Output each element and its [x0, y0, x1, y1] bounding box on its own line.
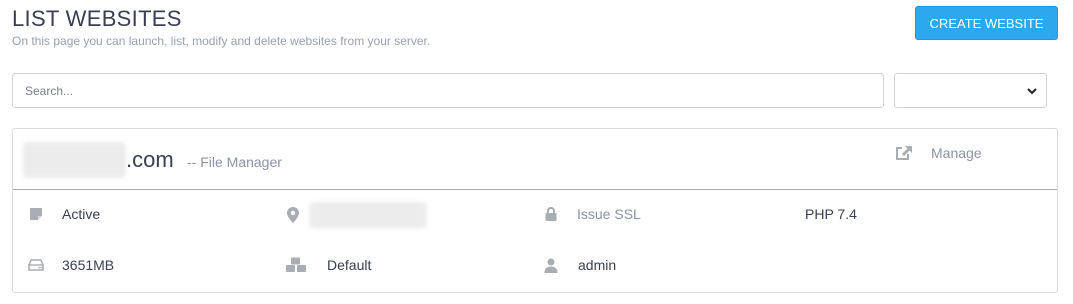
- package-item: Default: [285, 257, 371, 273]
- page-title: LIST WEBSITES: [12, 6, 182, 31]
- create-website-button[interactable]: CREATE WEBSITE: [915, 6, 1058, 40]
- cubes-icon: [285, 257, 307, 273]
- page-subtitle: On this page you can launch, list, modif…: [12, 34, 431, 48]
- manage-label: Manage: [931, 145, 982, 161]
- user-icon: [543, 257, 559, 273]
- ip-address-redacted: [309, 202, 427, 228]
- external-link-icon: [896, 146, 912, 160]
- disk-usage-text: 3651MB: [62, 257, 115, 273]
- status-text: Active: [62, 206, 101, 222]
- issue-ssl-item[interactable]: Issue SSL: [543, 206, 641, 222]
- lock-icon: [543, 206, 559, 222]
- website-card-header: .com -- File Manager Manage: [13, 129, 1057, 190]
- sticky-note-icon: [28, 206, 44, 222]
- issue-ssl-label: Issue SSL: [577, 206, 641, 222]
- owner-item: admin: [543, 257, 616, 273]
- status-item: Active: [28, 206, 100, 222]
- chevron-down-icon: [1027, 88, 1037, 95]
- manage-link[interactable]: Manage: [895, 145, 982, 161]
- ip-address-item: [285, 202, 427, 228]
- owner-text: admin: [578, 257, 617, 273]
- domain-name-redacted: [23, 142, 126, 178]
- hdd-icon: [28, 257, 44, 273]
- php-version-item: PHP 7.4: [805, 206, 857, 222]
- file-manager-link[interactable]: -- File Manager: [187, 154, 282, 170]
- php-version-text: PHP 7.4: [805, 206, 857, 222]
- map-marker-icon: [285, 207, 301, 223]
- package-text: Default: [327, 257, 372, 273]
- website-card: .com -- File Manager Manage Active Issue…: [12, 128, 1058, 293]
- search-input[interactable]: [12, 73, 884, 108]
- domain-suffix: .com: [126, 147, 174, 172]
- disk-usage-item: 3651MB: [28, 257, 114, 273]
- filter-select[interactable]: [894, 73, 1047, 108]
